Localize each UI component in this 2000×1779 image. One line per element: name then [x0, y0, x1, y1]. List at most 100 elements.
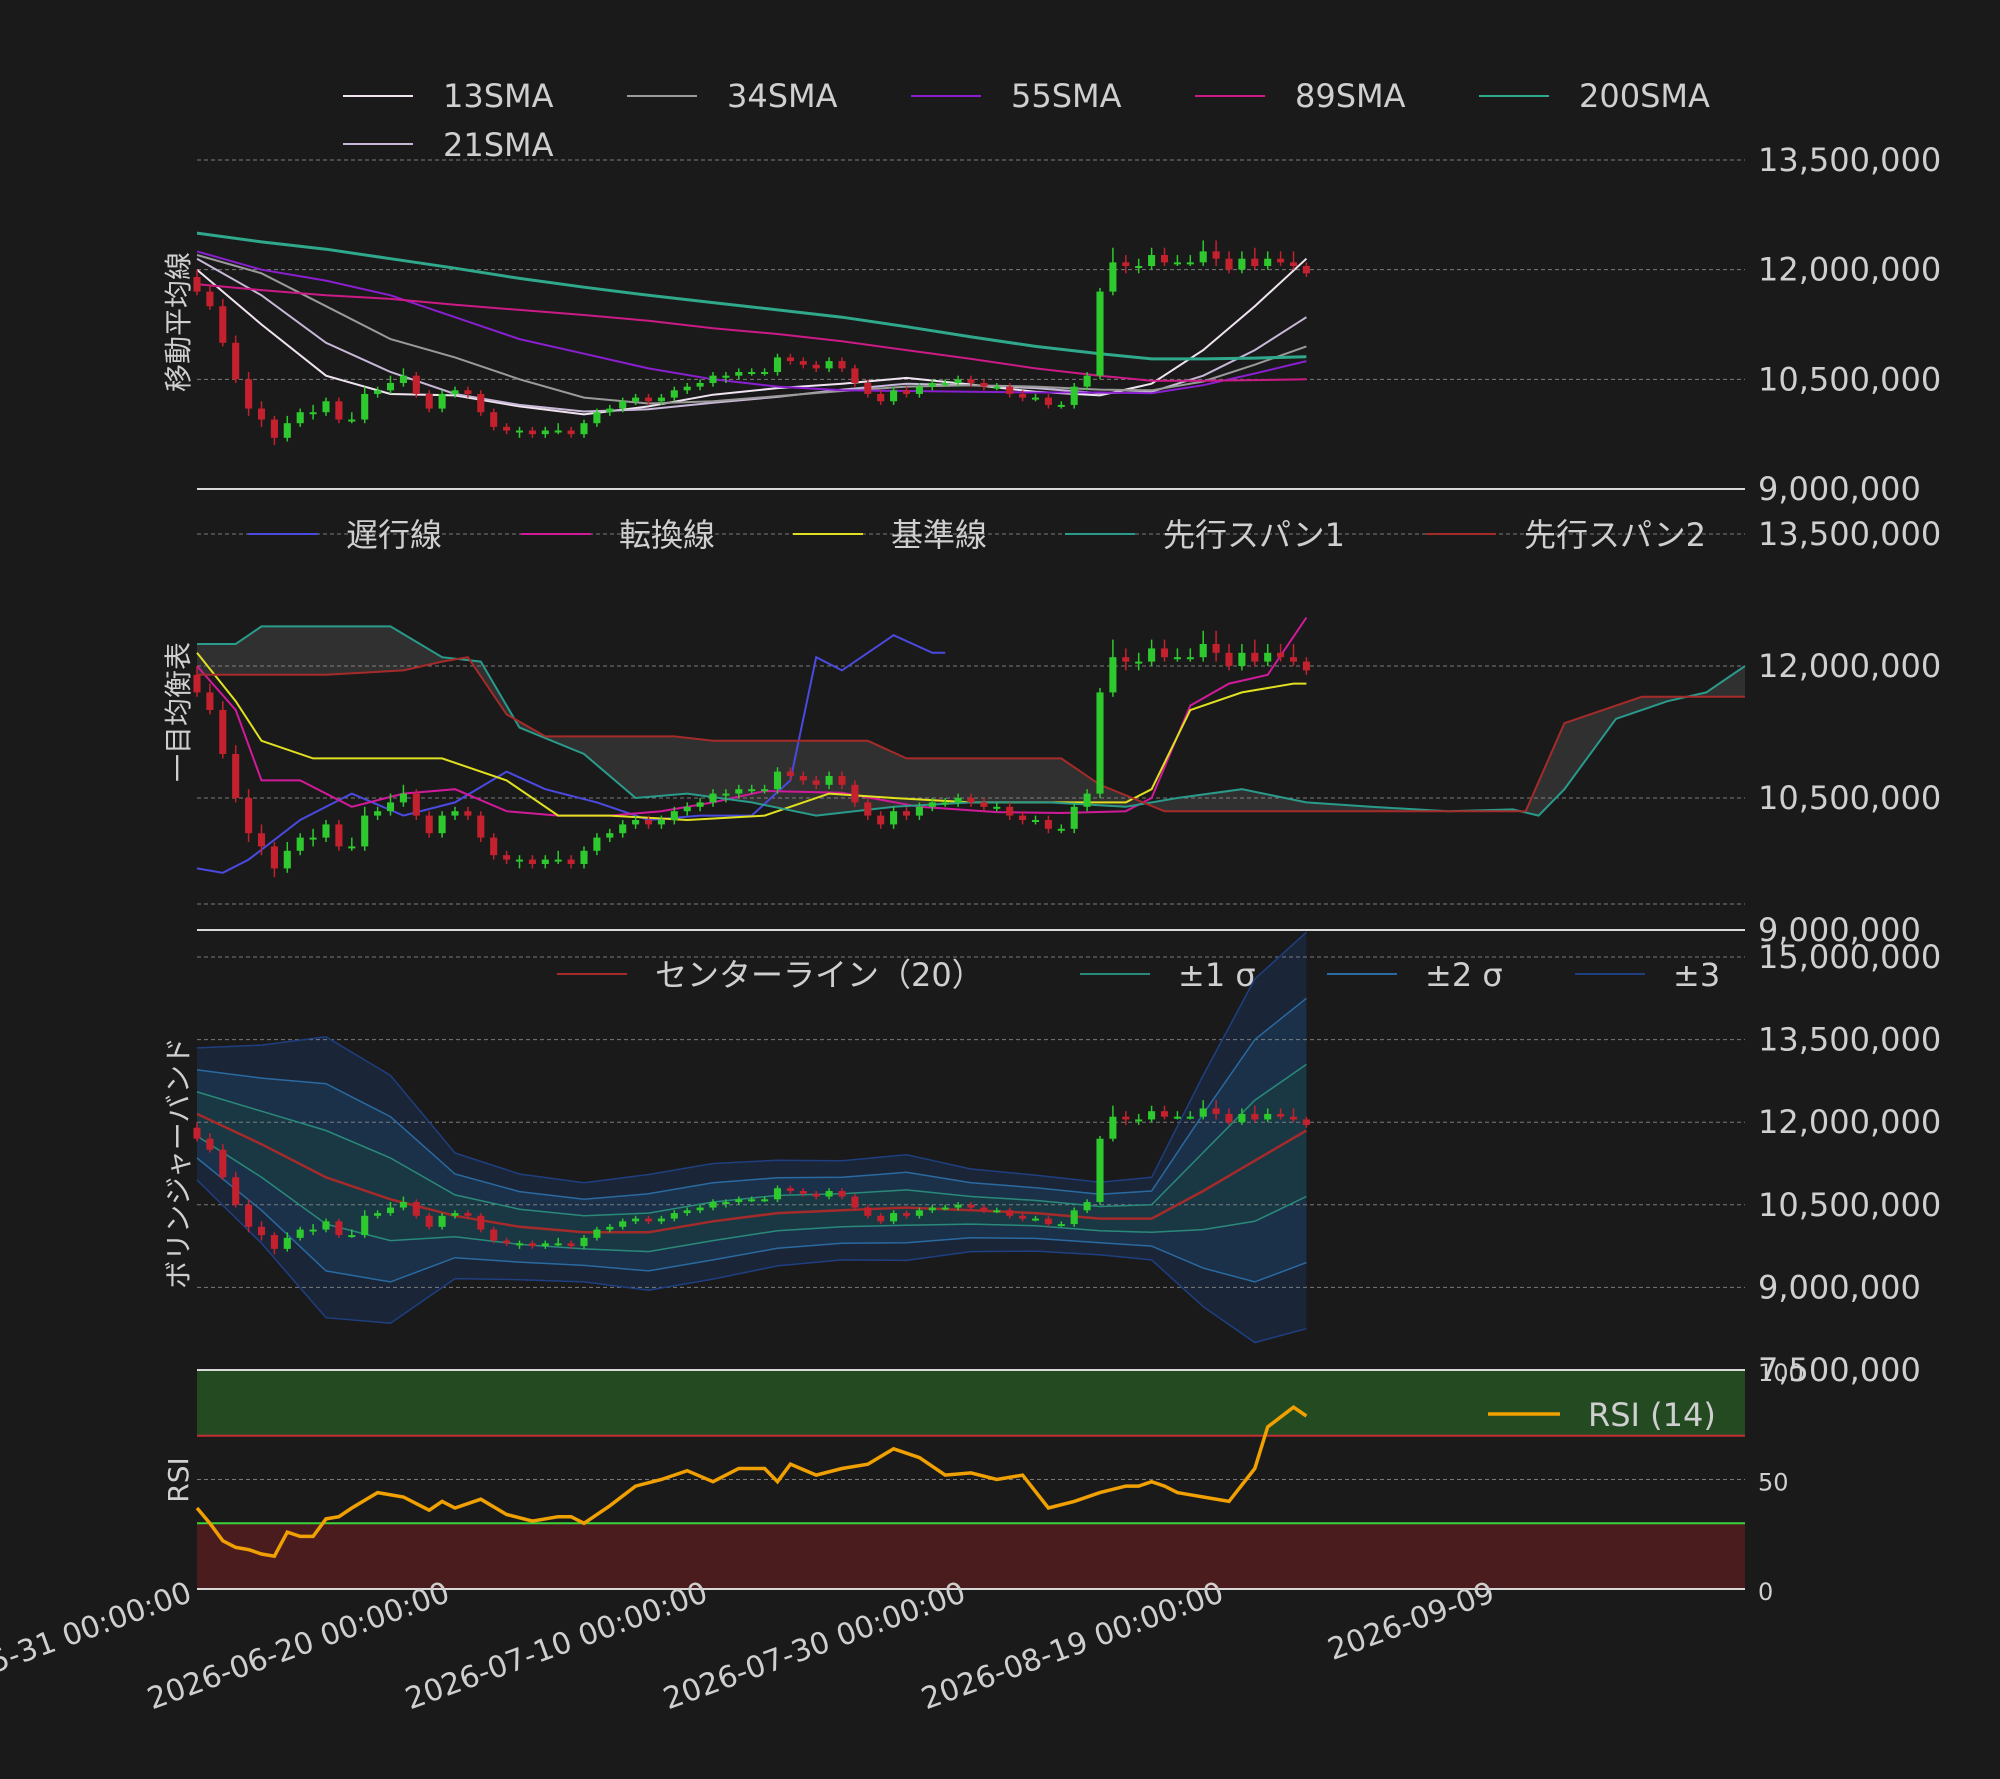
candle-body [761, 789, 769, 792]
candle-body [348, 1235, 356, 1238]
candle-body [1302, 266, 1310, 274]
candle-body [1122, 1116, 1130, 1120]
candle-body [477, 393, 485, 413]
candle-body [1238, 1113, 1246, 1123]
candle-body [464, 1213, 472, 1216]
candle-body [1006, 806, 1014, 816]
y-tick-label: 9,000,000 [1758, 470, 1921, 508]
candle-body [1006, 386, 1014, 394]
candle-body [941, 382, 949, 385]
candle-body [1096, 692, 1104, 794]
candle-body [1135, 661, 1143, 664]
candle-body [464, 390, 472, 394]
candle-body [864, 1207, 872, 1216]
candle-body [1302, 1119, 1310, 1125]
candle-body [773, 771, 782, 790]
candle-body [993, 1210, 1001, 1213]
legend-label: ±1 σ [1178, 956, 1256, 994]
candle-body [877, 815, 885, 825]
candle-body [696, 382, 704, 387]
candle-body [1109, 657, 1117, 693]
y-axis-title: 一目均衡表 [162, 642, 195, 782]
figure-background [0, 0, 2000, 1779]
candle-body [528, 859, 536, 864]
candle-body [1212, 251, 1220, 259]
candle-body [1031, 820, 1040, 822]
candle-body [348, 419, 356, 422]
candle-body [1264, 1113, 1272, 1120]
candle-body [644, 1218, 653, 1222]
candle-body [438, 393, 446, 409]
candle-body [838, 361, 846, 369]
candle-body [632, 1218, 640, 1222]
candle-body [335, 1221, 343, 1236]
candle-body [245, 798, 253, 834]
candle-body [554, 430, 562, 433]
candle-body [503, 1240, 511, 1244]
y-axis-title: ボリンジャーバンド [162, 1037, 195, 1289]
candle-body [1122, 657, 1130, 662]
candle-body [1019, 815, 1027, 820]
candle-body [399, 375, 407, 383]
candle-body [748, 1199, 756, 1202]
candle-body [1057, 1224, 1065, 1227]
candle-body [1264, 652, 1272, 662]
candle-body [1277, 258, 1285, 263]
candle-body [890, 811, 898, 825]
candle-body [232, 1177, 240, 1205]
candle-body [902, 390, 911, 394]
candle-body [554, 859, 562, 862]
candle-body [412, 793, 420, 816]
candle-body [890, 390, 898, 402]
candle-body [219, 1149, 227, 1178]
candle-body [541, 1243, 549, 1247]
candle-body [257, 833, 266, 847]
candle-body [902, 1213, 911, 1216]
candle-body [386, 382, 395, 391]
y-tick-label: 12,000,000 [1758, 647, 1941, 685]
candle-body [361, 393, 369, 420]
legend-label: ±2 σ [1425, 956, 1503, 994]
y-tick-label: 0 [1758, 1578, 1773, 1606]
candle-body [1083, 375, 1091, 387]
legend-label: 89SMA [1295, 77, 1406, 115]
candle-body [799, 1191, 807, 1194]
candle-body [219, 306, 227, 343]
y-tick-label: 12,000,000 [1758, 1103, 1941, 1141]
candle-body [632, 397, 640, 402]
candle-body [1057, 404, 1065, 407]
candle-body [1225, 258, 1233, 270]
candle-body [348, 846, 356, 849]
candle-body [1006, 1210, 1014, 1216]
candle-body [915, 386, 923, 394]
candle-body [1173, 262, 1181, 265]
candle-body [206, 1138, 214, 1150]
candle-body [735, 372, 743, 376]
candle-body [1148, 648, 1156, 662]
candle-body [425, 1215, 433, 1227]
candle-body [1148, 1111, 1156, 1120]
candle-body [361, 1215, 369, 1236]
candle-body [670, 390, 678, 398]
legend-label: 21SMA [443, 126, 554, 164]
candle-body [270, 419, 278, 438]
candle-body [477, 1215, 485, 1230]
candle-body [335, 401, 343, 420]
candle-body [812, 1193, 820, 1197]
candle-body [748, 789, 756, 792]
candle-body [606, 408, 614, 413]
candle-body [928, 382, 936, 387]
candle-body [967, 1204, 975, 1208]
candle-body [1238, 652, 1246, 666]
candle-body [761, 372, 769, 375]
candle-body [915, 806, 923, 816]
candle-body [567, 1243, 575, 1247]
candle-body [877, 1215, 885, 1222]
chart-figure: 13,500,000 12,000,000 10,500,000 9,000,000 1… [0, 0, 2000, 1779]
candle-body [825, 1191, 833, 1197]
candle-body [773, 357, 782, 373]
candle-body [1031, 397, 1040, 400]
candle-body [722, 1202, 730, 1205]
candle-body [928, 1207, 936, 1211]
candle-body [438, 815, 446, 834]
